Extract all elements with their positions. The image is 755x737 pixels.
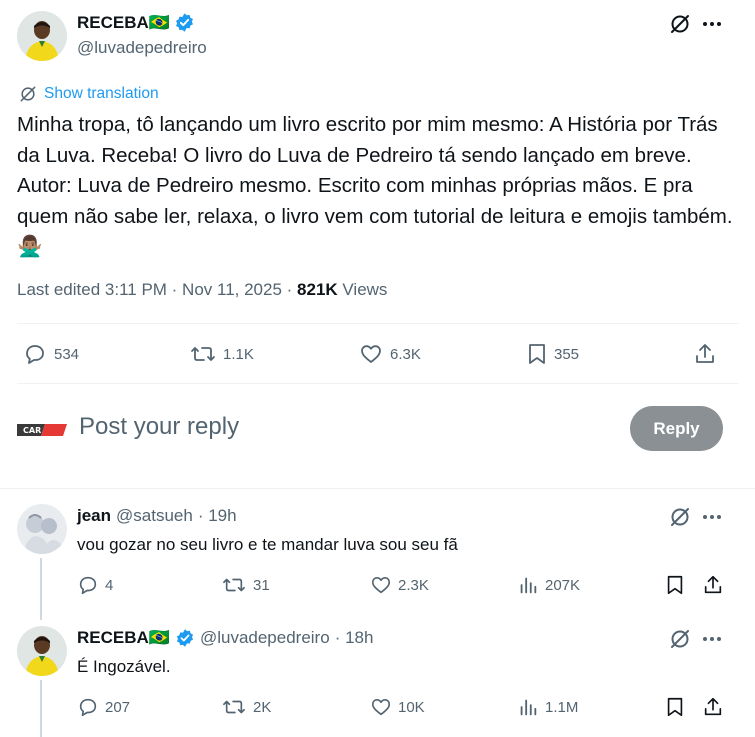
repost-icon: [221, 696, 247, 718]
repost-icon: [189, 342, 217, 366]
repost-count: 31: [253, 576, 270, 594]
bookmark-button[interactable]: 355: [526, 342, 579, 366]
verified-badge-icon: [174, 12, 195, 33]
show-translation-link[interactable]: Show translation: [18, 84, 159, 104]
grok-icon[interactable]: [668, 12, 692, 36]
avatar: CAR: [17, 420, 67, 440]
views-label: Views: [337, 280, 388, 299]
views-button[interactable]: 207K: [517, 574, 580, 596]
more-icon[interactable]: [701, 629, 723, 649]
reply-input[interactable]: Post your reply: [79, 413, 239, 441]
repost-count: 1.1K: [223, 345, 254, 363]
grok-icon[interactable]: [668, 505, 692, 529]
like-icon: [358, 342, 384, 366]
reply-header: RECEBA🇧🇷 @luvadepedreiro · 18h: [77, 628, 373, 648]
reply-text: vou gozar no seu livro e te mandar luva …: [77, 535, 458, 554]
reply-count: 207: [105, 698, 131, 716]
reply-time[interactable]: · 18h: [335, 628, 374, 648]
views-count: 821K: [297, 280, 338, 299]
like-count: 6.3K: [390, 345, 421, 363]
like-icon: [370, 696, 392, 718]
handle[interactable]: @satsueh: [116, 506, 193, 526]
reply-count: 4: [105, 576, 114, 594]
views-icon: [517, 696, 539, 718]
repost-button[interactable]: 1.1K: [189, 342, 254, 366]
repost-count: 2K: [253, 698, 272, 716]
reply-icon: [22, 342, 48, 366]
verified-badge-icon: [175, 628, 195, 648]
grok-icon[interactable]: [668, 627, 692, 651]
bookmark-count: 355: [554, 345, 580, 363]
bookmark-icon[interactable]: [664, 574, 686, 596]
like-button[interactable]: 10K: [370, 696, 425, 718]
handle[interactable]: @luvadepedreiro: [200, 628, 330, 648]
like-count: 10K: [398, 698, 425, 716]
share-icon[interactable]: [702, 696, 724, 718]
reply-button[interactable]: 4: [77, 574, 113, 596]
reply-button[interactable]: 207: [77, 696, 130, 718]
display-name[interactable]: RECEBA🇧🇷: [77, 12, 195, 33]
avatar[interactable]: [17, 626, 67, 676]
avatar[interactable]: [17, 11, 67, 61]
divider: [17, 323, 739, 324]
bookmark-icon: [526, 342, 548, 366]
reply-icon: [77, 696, 99, 718]
reply-count: 534: [54, 345, 80, 363]
share-icon[interactable]: [702, 574, 724, 596]
views-count: 207K: [545, 576, 581, 594]
reply-button[interactable]: 534: [22, 342, 79, 366]
repost-icon: [221, 574, 247, 596]
show-translation-label: Show translation: [44, 85, 159, 102]
views-button[interactable]: 1.1M: [517, 696, 578, 718]
repost-button[interactable]: 31: [221, 574, 270, 596]
tweet-text: Minha tropa, tô lançando um livro escrit…: [17, 113, 733, 258]
repost-button[interactable]: 2K: [221, 696, 271, 718]
svg-text:CAR: CAR: [23, 426, 41, 435]
reply-icon: [77, 574, 99, 596]
views-count: 1.1M: [545, 698, 579, 716]
thread-line: [40, 680, 42, 737]
translate-icon: [18, 84, 38, 104]
avatar[interactable]: [17, 504, 67, 554]
like-button[interactable]: 6.3K: [358, 342, 421, 366]
more-icon[interactable]: [701, 14, 723, 34]
like-count: 2.3K: [398, 576, 429, 594]
reply-time[interactable]: · 19h: [198, 506, 237, 526]
like-button[interactable]: 2.3K: [370, 574, 429, 596]
thread-line: [40, 558, 42, 620]
reply-header: jean @satsueh · 19h: [77, 506, 237, 526]
views-icon: [517, 574, 539, 596]
share-button[interactable]: [693, 342, 717, 366]
like-icon: [370, 574, 392, 596]
reply-text: É Ingozável.: [77, 657, 171, 676]
display-name-text: RECEBA🇧🇷: [77, 12, 170, 32]
timestamp[interactable]: Last edited 3:11 PM · Nov 11, 2025 ·: [17, 280, 297, 299]
handle[interactable]: @luvadepedreiro: [77, 38, 207, 58]
display-name[interactable]: RECEBA🇧🇷: [77, 628, 170, 648]
divider: [17, 383, 739, 384]
bookmark-icon[interactable]: [664, 696, 686, 718]
more-icon[interactable]: [701, 507, 723, 527]
reply-submit-button[interactable]: Reply: [630, 406, 723, 451]
share-icon: [693, 342, 717, 366]
tweet-meta: Last edited 3:11 PM · Nov 11, 2025 · 821…: [17, 280, 387, 300]
divider: [0, 488, 755, 489]
display-name[interactable]: jean: [77, 506, 111, 526]
